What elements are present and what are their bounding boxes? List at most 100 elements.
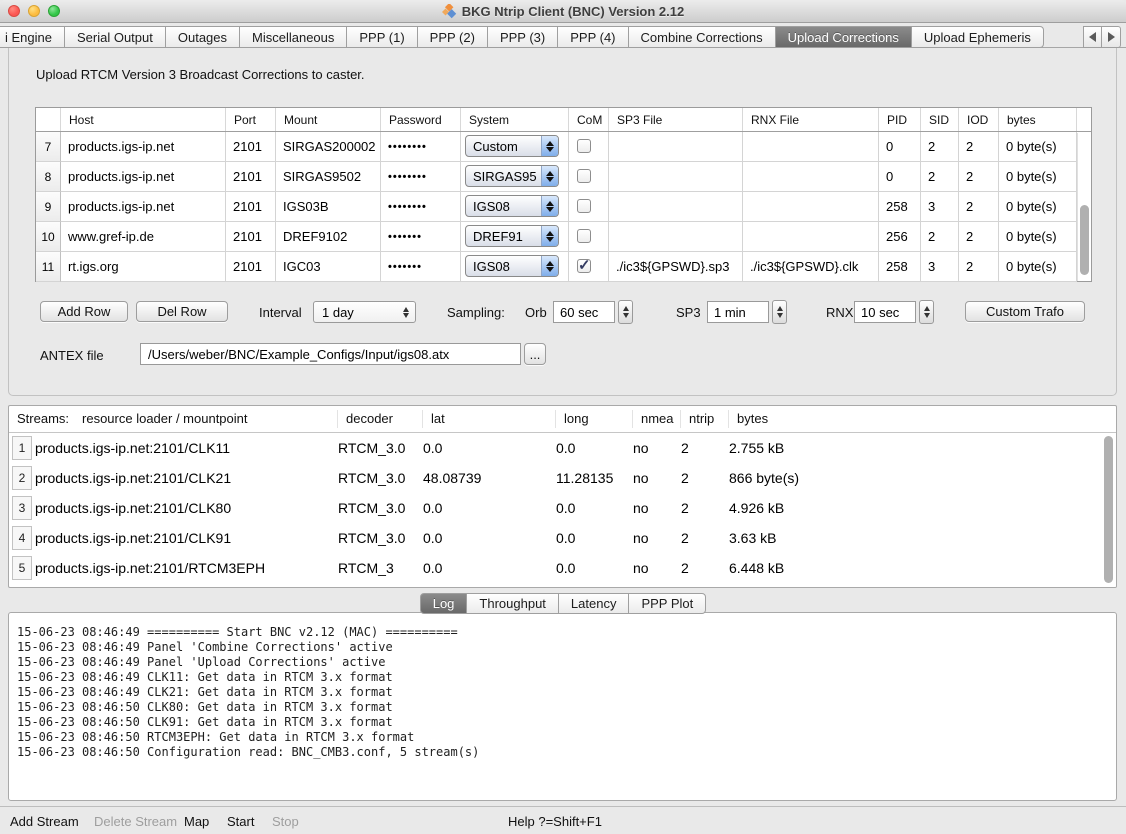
rnx-file-cell[interactable]	[743, 192, 879, 222]
password-cell[interactable]: •••••••	[381, 222, 461, 252]
tab-outages[interactable]: Outages	[166, 26, 240, 48]
host-cell[interactable]: products.igs-ip.net	[61, 162, 226, 192]
tab-i-engine[interactable]: i Engine	[0, 26, 65, 48]
sp3-file-cell[interactable]	[609, 162, 743, 192]
bottom-tab-throughput[interactable]: Throughput	[467, 593, 559, 614]
row-number[interactable]: 1	[12, 436, 32, 460]
sid-cell[interactable]: 2	[921, 132, 959, 162]
statusbar-start[interactable]: Start	[227, 814, 254, 829]
spinner-arrows-icon[interactable]	[772, 300, 787, 324]
spinner-arrows-icon[interactable]	[919, 300, 934, 324]
port-cell[interactable]: 2101	[226, 192, 276, 222]
row-number[interactable]: 5	[12, 556, 32, 580]
tab-ppp-4[interactable]: PPP (4)	[558, 26, 628, 48]
tab-ppp-3[interactable]: PPP (3)	[488, 26, 558, 48]
bottom-tab-latency[interactable]: Latency	[559, 593, 630, 614]
orb-value[interactable]: 60 sec	[553, 301, 615, 323]
sid-cell[interactable]: 2	[921, 162, 959, 192]
stream-row[interactable]: 1products.igs-ip.net:2101/CLK11RTCM_3.00…	[9, 433, 1116, 463]
stream-row[interactable]: 3products.igs-ip.net:2101/CLK80RTCM_3.00…	[9, 493, 1116, 523]
port-cell[interactable]: 2101	[226, 222, 276, 252]
system-select[interactable]: Custom	[465, 135, 559, 157]
stream-row[interactable]: 2products.igs-ip.net:2101/CLK21RTCM_3.04…	[9, 463, 1116, 493]
password-cell[interactable]: ••••••••	[381, 162, 461, 192]
sp3-file-cell[interactable]: ./ic3${GPSWD}.sp3	[609, 252, 743, 282]
upload-table-scrollbar[interactable]	[1077, 133, 1091, 281]
tab-upload-ephemeris[interactable]: Upload Ephemeris	[912, 26, 1044, 48]
sp3-value[interactable]: 1 min	[707, 301, 769, 323]
iod-cell[interactable]: 2	[959, 132, 999, 162]
add-row-button[interactable]: Add Row	[40, 301, 128, 322]
port-cell[interactable]: 2101	[226, 252, 276, 282]
spinner-arrows-icon[interactable]	[618, 300, 633, 324]
sid-cell[interactable]: 2	[921, 222, 959, 252]
iod-cell[interactable]: 2	[959, 162, 999, 192]
host-cell[interactable]: www.gref-ip.de	[61, 222, 226, 252]
row-number[interactable]: 9	[36, 192, 61, 222]
sp3-file-cell[interactable]	[609, 192, 743, 222]
pid-cell[interactable]: 0	[879, 162, 921, 192]
streams-scrollbar[interactable]	[1102, 434, 1116, 587]
host-cell[interactable]: products.igs-ip.net	[61, 192, 226, 222]
rnx-value[interactable]: 10 sec	[854, 301, 916, 323]
statusbar-map[interactable]: Map	[184, 814, 209, 829]
pid-cell[interactable]: 0	[879, 132, 921, 162]
com-checkbox[interactable]	[577, 139, 591, 153]
rnx-file-cell[interactable]	[743, 132, 879, 162]
mount-cell[interactable]: SIRGAS9502	[276, 162, 381, 192]
com-checkbox[interactable]	[577, 169, 591, 183]
password-cell[interactable]: ••••••••	[381, 132, 461, 162]
scrollbar-thumb[interactable]	[1080, 205, 1089, 275]
rnx-file-cell[interactable]	[743, 162, 879, 192]
password-cell[interactable]: •••••••	[381, 252, 461, 282]
com-checkbox[interactable]	[577, 259, 591, 273]
stream-row[interactable]: 4products.igs-ip.net:2101/CLK91RTCM_3.00…	[9, 523, 1116, 553]
rnx-spinner[interactable]: 10 sec	[854, 300, 934, 324]
host-cell[interactable]: rt.igs.org	[61, 252, 226, 282]
antex-browse-button[interactable]: ...	[524, 343, 546, 365]
sid-cell[interactable]: 3	[921, 192, 959, 222]
tab-miscellaneous[interactable]: Miscellaneous	[240, 26, 347, 48]
custom-trafo-button[interactable]: Custom Trafo	[965, 301, 1085, 322]
sp3-file-cell[interactable]	[609, 132, 743, 162]
pid-cell[interactable]: 258	[879, 192, 921, 222]
bottom-tab-ppp-plot[interactable]: PPP Plot	[629, 593, 706, 614]
tab-upload-corrections[interactable]: Upload Corrections	[776, 26, 912, 48]
row-number[interactable]: 4	[12, 526, 32, 550]
system-select[interactable]: IGS08	[465, 255, 559, 277]
pid-cell[interactable]: 256	[879, 222, 921, 252]
port-cell[interactable]: 2101	[226, 132, 276, 162]
row-number[interactable]: 7	[36, 132, 61, 162]
pid-cell[interactable]: 258	[879, 252, 921, 282]
mount-cell[interactable]: SIRGAS200002	[276, 132, 381, 162]
sp3-file-cell[interactable]	[609, 222, 743, 252]
tab-ppp-1[interactable]: PPP (1)	[347, 26, 417, 48]
iod-cell[interactable]: 2	[959, 192, 999, 222]
host-cell[interactable]: products.igs-ip.net	[61, 132, 226, 162]
row-number[interactable]: 8	[36, 162, 61, 192]
stream-row[interactable]: 5products.igs-ip.net:2101/RTCM3EPHRTCM_3…	[9, 553, 1116, 583]
com-checkbox[interactable]	[577, 199, 591, 213]
sid-cell[interactable]: 3	[921, 252, 959, 282]
bottom-tab-log[interactable]: Log	[420, 593, 468, 614]
tab-serial-output[interactable]: Serial Output	[65, 26, 166, 48]
port-cell[interactable]: 2101	[226, 162, 276, 192]
interval-select[interactable]: 1 day	[313, 301, 416, 323]
iod-cell[interactable]: 2	[959, 222, 999, 252]
row-number[interactable]: 3	[12, 496, 32, 520]
del-row-button[interactable]: Del Row	[136, 301, 228, 322]
scrollbar-thumb[interactable]	[1104, 436, 1113, 583]
antex-file-input[interactable]: /Users/weber/BNC/Example_Configs/Input/i…	[140, 343, 521, 365]
row-number[interactable]: 10	[36, 222, 61, 252]
tab-combine-corrections[interactable]: Combine Corrections	[629, 26, 776, 48]
statusbar-add-stream[interactable]: Add Stream	[10, 814, 79, 829]
mount-cell[interactable]: IGC03	[276, 252, 381, 282]
orb-spinner[interactable]: 60 sec	[553, 300, 633, 324]
mount-cell[interactable]: DREF9102	[276, 222, 381, 252]
system-select[interactable]: IGS08	[465, 195, 559, 217]
rnx-file-cell[interactable]: ./ic3${GPSWD}.clk	[743, 252, 879, 282]
password-cell[interactable]: ••••••••	[381, 192, 461, 222]
system-select[interactable]: SIRGAS95	[465, 165, 559, 187]
mount-cell[interactable]: IGS03B	[276, 192, 381, 222]
row-number[interactable]: 2	[12, 466, 32, 490]
